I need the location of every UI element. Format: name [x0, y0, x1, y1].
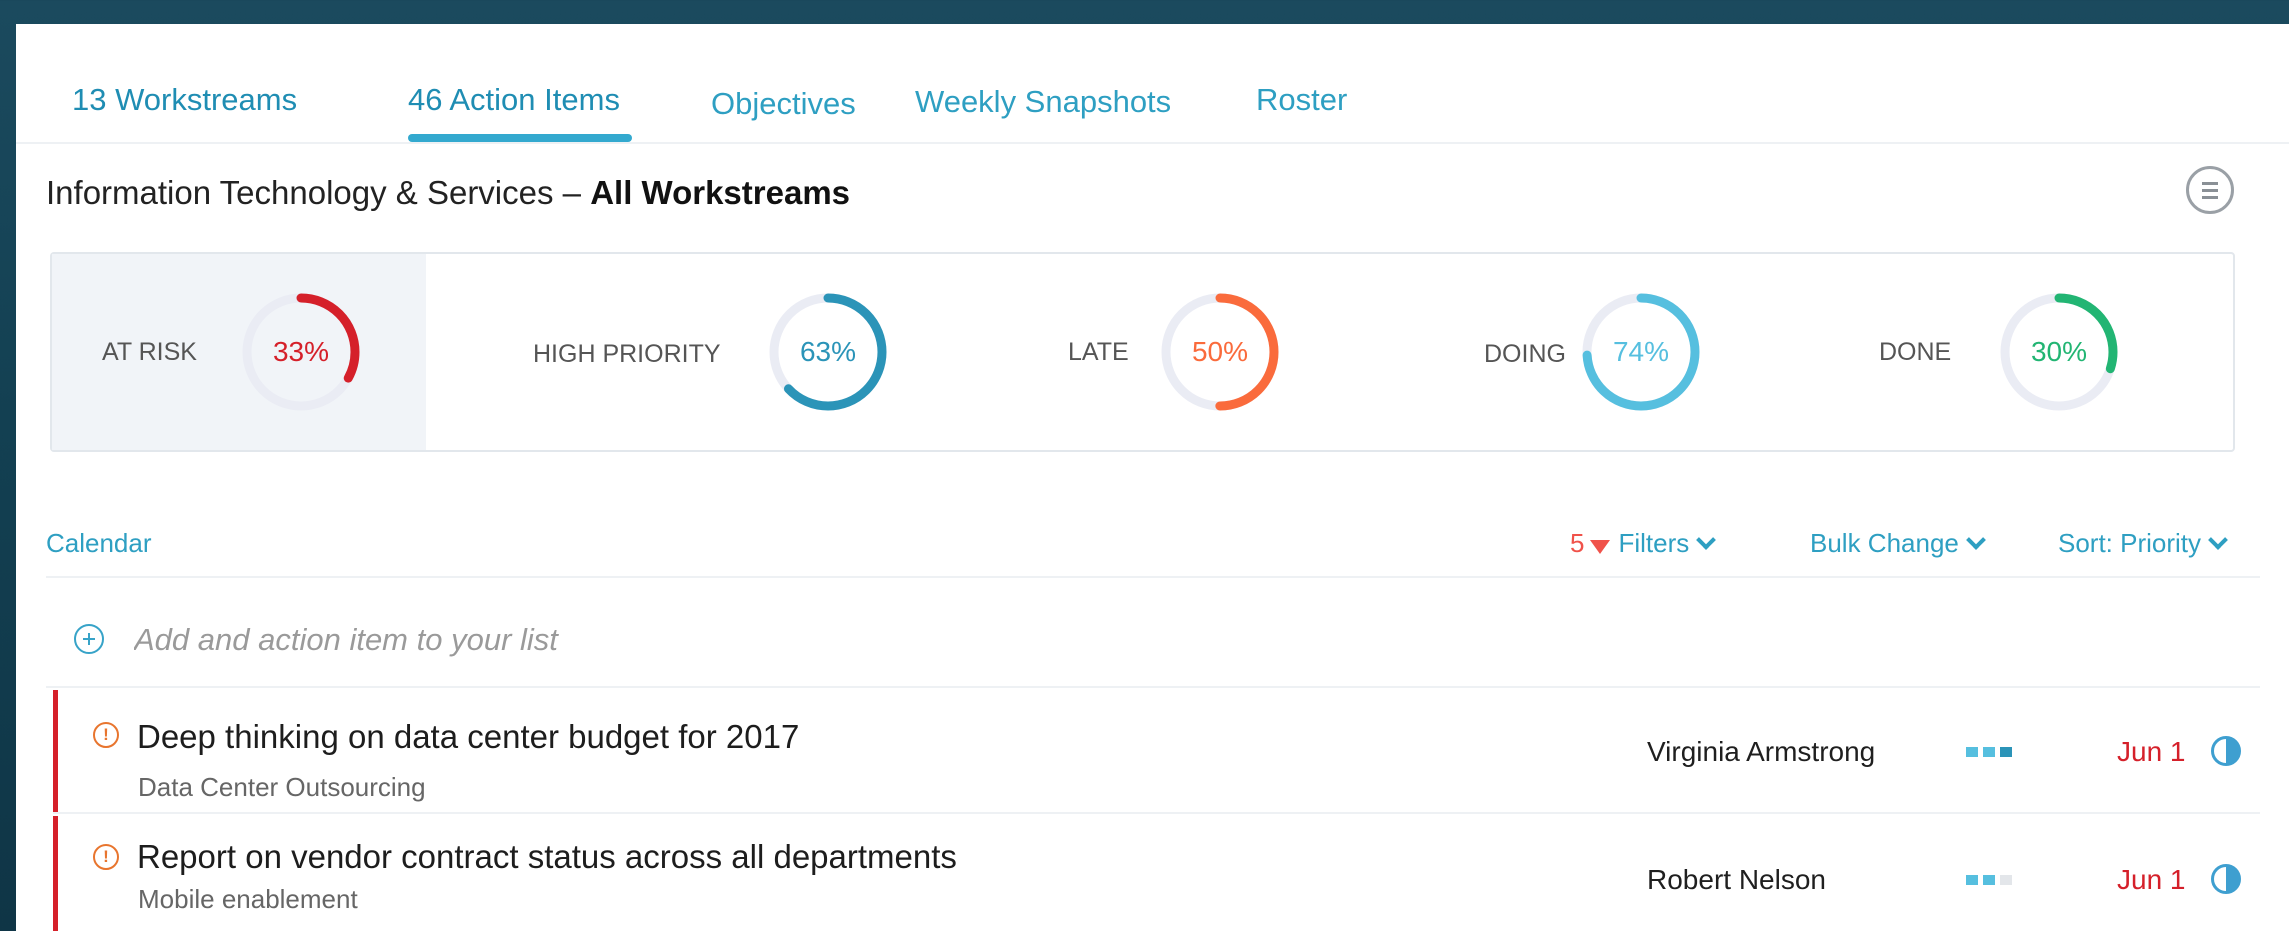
half-circle-icon[interactable] — [2211, 864, 2241, 894]
done-ring[interactable]: 30% — [1997, 290, 2121, 414]
active-tab-indicator — [408, 134, 632, 142]
main-panel: 13 Workstreams 46 Action Items Objective… — [16, 24, 2289, 931]
high-priority-ring[interactable]: 63% — [766, 290, 890, 414]
funnel-icon — [1590, 540, 1611, 554]
at-risk-indicator — [53, 816, 58, 931]
action-item-title[interactable]: Deep thinking on data center budget for … — [137, 718, 799, 756]
stat-label-at-risk: AT RISK — [102, 338, 197, 366]
action-item-due-date[interactable]: Jun 1 — [2117, 736, 2186, 768]
sort-label: Sort: Priority — [2058, 528, 2202, 558]
tab-weekly-snapshots[interactable]: Weekly Snapshots — [915, 84, 1171, 120]
sort-button[interactable]: Sort: Priority — [2058, 528, 2228, 559]
page-title: Information Technology & Services – All … — [46, 174, 850, 212]
doing-percent: 74% — [1612, 336, 1670, 367]
action-item-title[interactable]: Report on vendor contract status across … — [137, 838, 957, 876]
chevron-down-icon — [1965, 530, 1986, 550]
action-item-row[interactable]: ! Deep thinking on data center budget fo… — [53, 690, 2260, 814]
tab-objectives[interactable]: Objectives — [711, 86, 856, 122]
add-item-row — [46, 596, 2260, 688]
page-title-scope: All Workstreams — [590, 174, 851, 211]
alert-icon: ! — [93, 844, 119, 870]
stat-label-done: DONE — [1879, 338, 1952, 366]
stat-label-doing: DOING — [1484, 340, 1566, 368]
stat-label-late: LATE — [1068, 338, 1129, 366]
add-circle-icon[interactable] — [74, 624, 104, 654]
tab-bar: 13 Workstreams 46 Action Items Objective… — [16, 24, 2289, 144]
bulk-change-label: Bulk Change — [1810, 528, 1959, 558]
tab-action-items[interactable]: 46 Action Items — [408, 82, 620, 118]
page-title-prefix: Information Technology & Services – — [46, 174, 591, 211]
action-item-workstream: Data Center Outsourcing — [138, 772, 426, 802]
calendar-link[interactable]: Calendar — [46, 528, 152, 559]
add-item-input[interactable] — [134, 618, 1034, 662]
tab-roster[interactable]: Roster — [1256, 82, 1347, 118]
doing-ring[interactable]: 74% — [1579, 290, 1703, 414]
done-percent: 30% — [2030, 336, 2088, 367]
bulk-change-button[interactable]: Bulk Change — [1810, 528, 1986, 559]
action-item-owner[interactable]: Virginia Armstrong — [1647, 736, 1875, 768]
chevron-down-icon — [2208, 530, 2228, 550]
at-risk-indicator — [53, 690, 58, 812]
half-circle-icon[interactable] — [2211, 736, 2241, 766]
tab-workstreams[interactable]: 13 Workstreams — [72, 82, 297, 118]
alert-icon: ! — [93, 722, 119, 748]
at-risk-percent: 33% — [272, 336, 330, 367]
list-menu-icon[interactable] — [2186, 166, 2234, 214]
at-risk-ring[interactable]: 33% — [239, 290, 363, 414]
late-ring[interactable]: 50% — [1158, 290, 1282, 414]
stats-summary: AT RISK 33% HIGH PRIORITY 63% LATE 50% D… — [50, 252, 2235, 452]
action-item-workstream: Mobile enablement — [138, 884, 358, 914]
action-item-row[interactable]: ! Report on vendor contract status acros… — [53, 816, 2260, 931]
high-priority-percent: 63% — [799, 336, 857, 367]
action-item-owner[interactable]: Robert Nelson — [1647, 864, 1826, 896]
action-item-due-date[interactable]: Jun 1 — [2117, 864, 2186, 896]
filters-label: Filters — [1618, 528, 1690, 558]
stat-label-high-priority: HIGH PRIORITY — [533, 340, 721, 368]
late-percent: 50% — [1191, 336, 1249, 367]
filter-count-badge: 5 — [1570, 528, 1585, 558]
chevron-down-icon — [1696, 530, 1717, 550]
list-toolbar: Calendar 5 Filters Bulk Change Sort: Prio… — [46, 528, 2260, 578]
filters-button[interactable]: 5 Filters — [1570, 528, 1717, 559]
